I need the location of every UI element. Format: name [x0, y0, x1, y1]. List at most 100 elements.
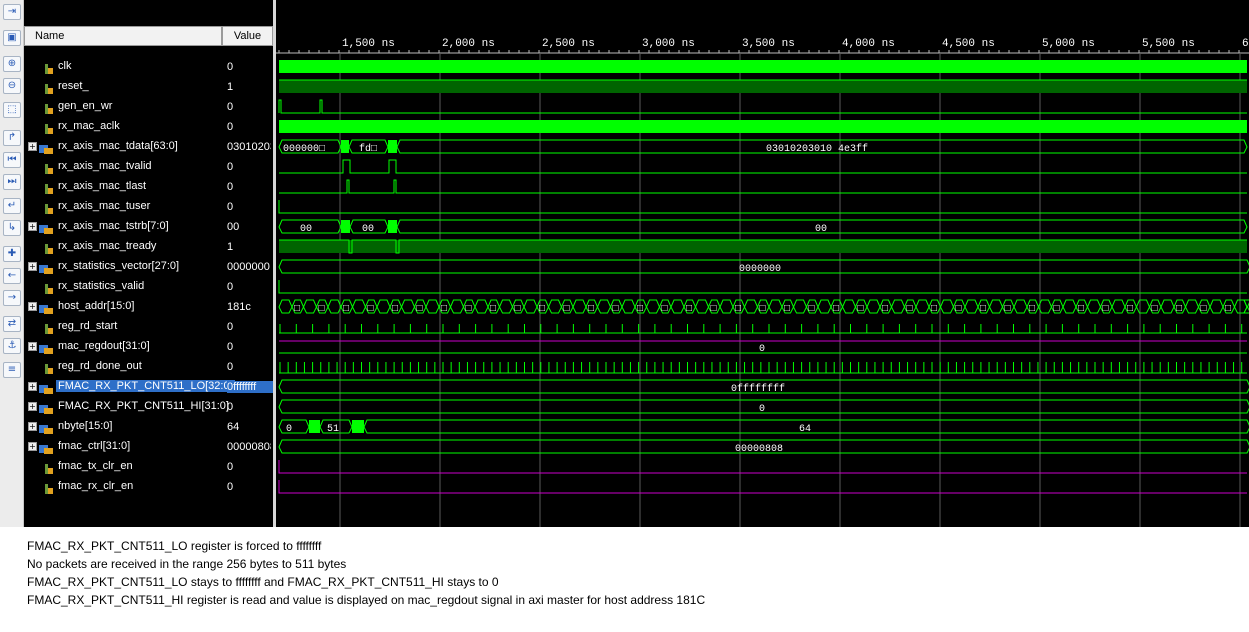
swap-cursors-icon[interactable]: ⇄ — [3, 316, 21, 332]
wave-value-label: □ — [980, 304, 986, 315]
signal-name: rx_axis_mac_tready — [58, 240, 157, 252]
bit-signal-icon — [44, 120, 54, 134]
ruler-tick-label: 3,000 ns — [642, 38, 695, 50]
expand-bus-icon[interactable]: + — [28, 302, 37, 311]
bus-signal-icon — [38, 380, 53, 394]
next-marker-icon[interactable]: → — [3, 290, 21, 306]
expand-bus-icon[interactable]: + — [28, 422, 37, 431]
go-to-end-icon[interactable]: ⏭ — [3, 174, 21, 190]
bus-transition — [388, 220, 397, 233]
signal-row[interactable]: rx_statistics_valid — [24, 277, 222, 297]
signal-value: 1 — [227, 81, 234, 93]
bus-transition — [341, 140, 349, 153]
signal-name: fmac_tx_clr_en — [58, 460, 133, 472]
bus-segment — [1086, 299, 1102, 314]
signal-name: rx_axis_mac_tlast — [58, 180, 147, 192]
next-transition-icon[interactable]: ↳ — [3, 220, 21, 236]
wave-value-label: □ — [809, 304, 815, 315]
signal-name: rx_axis_mac_tvalid — [58, 160, 152, 172]
signal-row[interactable]: + mac_regdout[31:0] — [24, 337, 222, 357]
bus-segment — [866, 299, 881, 314]
bus-segment — [278, 419, 310, 434]
wave-value-label: □ — [392, 304, 398, 315]
signal-row[interactable]: rx_axis_mac_tvalid — [24, 157, 222, 177]
signal-row[interactable]: fmac_tx_clr_en — [24, 457, 222, 477]
caption-line-3: FMAC_RX_PKT_CNT511_LO stays to ffffffff … — [27, 575, 499, 589]
signal-row[interactable]: rx_axis_mac_tuser — [24, 197, 222, 217]
signal-row[interactable]: + FMAC_RX_PKT_CNT511_HI[31:0] — [24, 397, 229, 417]
signal-name: rx_axis_mac_tdata[63:0] — [58, 140, 178, 152]
signal-row[interactable]: + nbyte[15:0] — [24, 417, 222, 437]
zoom-out-icon[interactable]: ⊖ — [3, 78, 21, 94]
name-column-header[interactable]: Name — [24, 26, 222, 46]
signal-row[interactable]: fmac_rx_clr_en — [24, 477, 222, 497]
bus-signal-icon — [38, 420, 53, 434]
wave-value-label: 0 — [759, 344, 765, 355]
zoom-fit-icon[interactable]: ⬚ — [3, 102, 21, 118]
wave-value-label: 00 — [300, 224, 312, 235]
bit-signal-icon — [44, 100, 54, 114]
cursor-icon[interactable]: ↱ — [3, 130, 21, 146]
wave-value-label: □ — [1176, 304, 1182, 315]
wave-value-label: □ — [784, 304, 790, 315]
bus-segment — [523, 299, 538, 314]
wave-value-label: □ — [637, 304, 643, 315]
save-icon[interactable]: ▣ — [3, 30, 21, 46]
go-to-start-icon[interactable]: ⏮ — [3, 152, 21, 168]
signal-row[interactable]: + rx_statistics_vector[27:0] — [24, 257, 222, 277]
expand-icon[interactable]: ≡ — [3, 362, 21, 378]
signal-row[interactable]: reg_rd_start — [24, 317, 222, 337]
expand-bus-icon[interactable]: + — [28, 382, 37, 391]
signal-row[interactable]: rx_axis_mac_tready — [24, 237, 222, 257]
expand-bus-icon[interactable]: + — [28, 342, 37, 351]
tuser-wave — [278, 200, 1247, 214]
previous-transition-icon[interactable]: ↵ — [3, 198, 21, 214]
signal-value: 00000808 — [227, 441, 271, 453]
signal-value: 0 — [227, 361, 234, 373]
signal-row[interactable]: rx_mac_aclk — [24, 117, 222, 137]
signal-name: rx_axis_mac_tuser — [58, 200, 151, 212]
expand-bus-icon[interactable]: + — [28, 402, 37, 411]
wave-value-label: □ — [368, 304, 374, 315]
bus-segment — [670, 299, 685, 314]
expand-bus-icon[interactable]: + — [28, 262, 37, 271]
expand-bus-icon[interactable]: + — [28, 222, 37, 231]
bus-segment — [474, 299, 489, 314]
ruler-tick-label: 2,500 ns — [542, 38, 595, 50]
signal-row[interactable]: reg_rd_done_out — [24, 357, 222, 377]
step-in-icon[interactable]: ⇥ — [3, 4, 21, 20]
bus-segment — [1184, 299, 1200, 314]
signal-row[interactable]: + host_addr[15:0] — [24, 297, 222, 317]
waveform-canvas[interactable]: 000000□ fd□ 03010203010 4e3ff00 00 000000000… — [276, 0, 1249, 527]
bit-signal-icon — [44, 160, 54, 174]
signal-row[interactable]: rx_axis_mac_tlast — [24, 177, 222, 197]
expand-bus-icon[interactable]: + — [28, 442, 37, 451]
bus-segment — [547, 299, 563, 314]
snap-icon[interactable]: ⚓ — [3, 338, 21, 354]
clr-en-wave — [278, 460, 1247, 474]
wave-value-label: fd□ — [359, 143, 377, 155]
wave-value-label: 000000□ — [283, 144, 325, 155]
signal-row[interactable]: gen_en_wr — [24, 97, 222, 117]
signal-row[interactable]: + fmac_ctrl[31:0] — [24, 437, 222, 457]
signal-value: 0 — [227, 161, 234, 173]
signal-row[interactable]: + rx_axis_mac_tdata[63:0] — [24, 137, 222, 157]
signal-name: mac_regdout[31:0] — [58, 340, 150, 352]
bus-segment — [719, 299, 734, 314]
signal-row[interactable]: reset_ — [24, 77, 222, 97]
expand-bus-icon[interactable]: + — [28, 142, 37, 151]
signal-row[interactable]: + rx_axis_mac_tstrb[7:0] — [24, 217, 222, 237]
signal-name: clk — [58, 60, 72, 72]
signal-name: host_addr[15:0] — [58, 300, 135, 312]
add-marker-icon[interactable]: ✚ — [3, 246, 21, 262]
signal-row[interactable]: clk — [24, 57, 222, 77]
signal-row[interactable]: + FMAC_RX_PKT_CNT511_LO[32:0] — [24, 377, 235, 397]
wave-value-label: □ — [907, 304, 913, 315]
signal-value: 0ffffffff — [227, 381, 273, 393]
signal-value: 0 — [227, 341, 234, 353]
bus-segment — [988, 299, 1004, 314]
previous-marker-icon[interactable]: ← — [3, 268, 21, 284]
value-column-header[interactable]: Value — [222, 26, 273, 46]
zoom-in-icon[interactable]: ⊕ — [3, 56, 21, 72]
signal-value: 181c — [227, 301, 251, 313]
